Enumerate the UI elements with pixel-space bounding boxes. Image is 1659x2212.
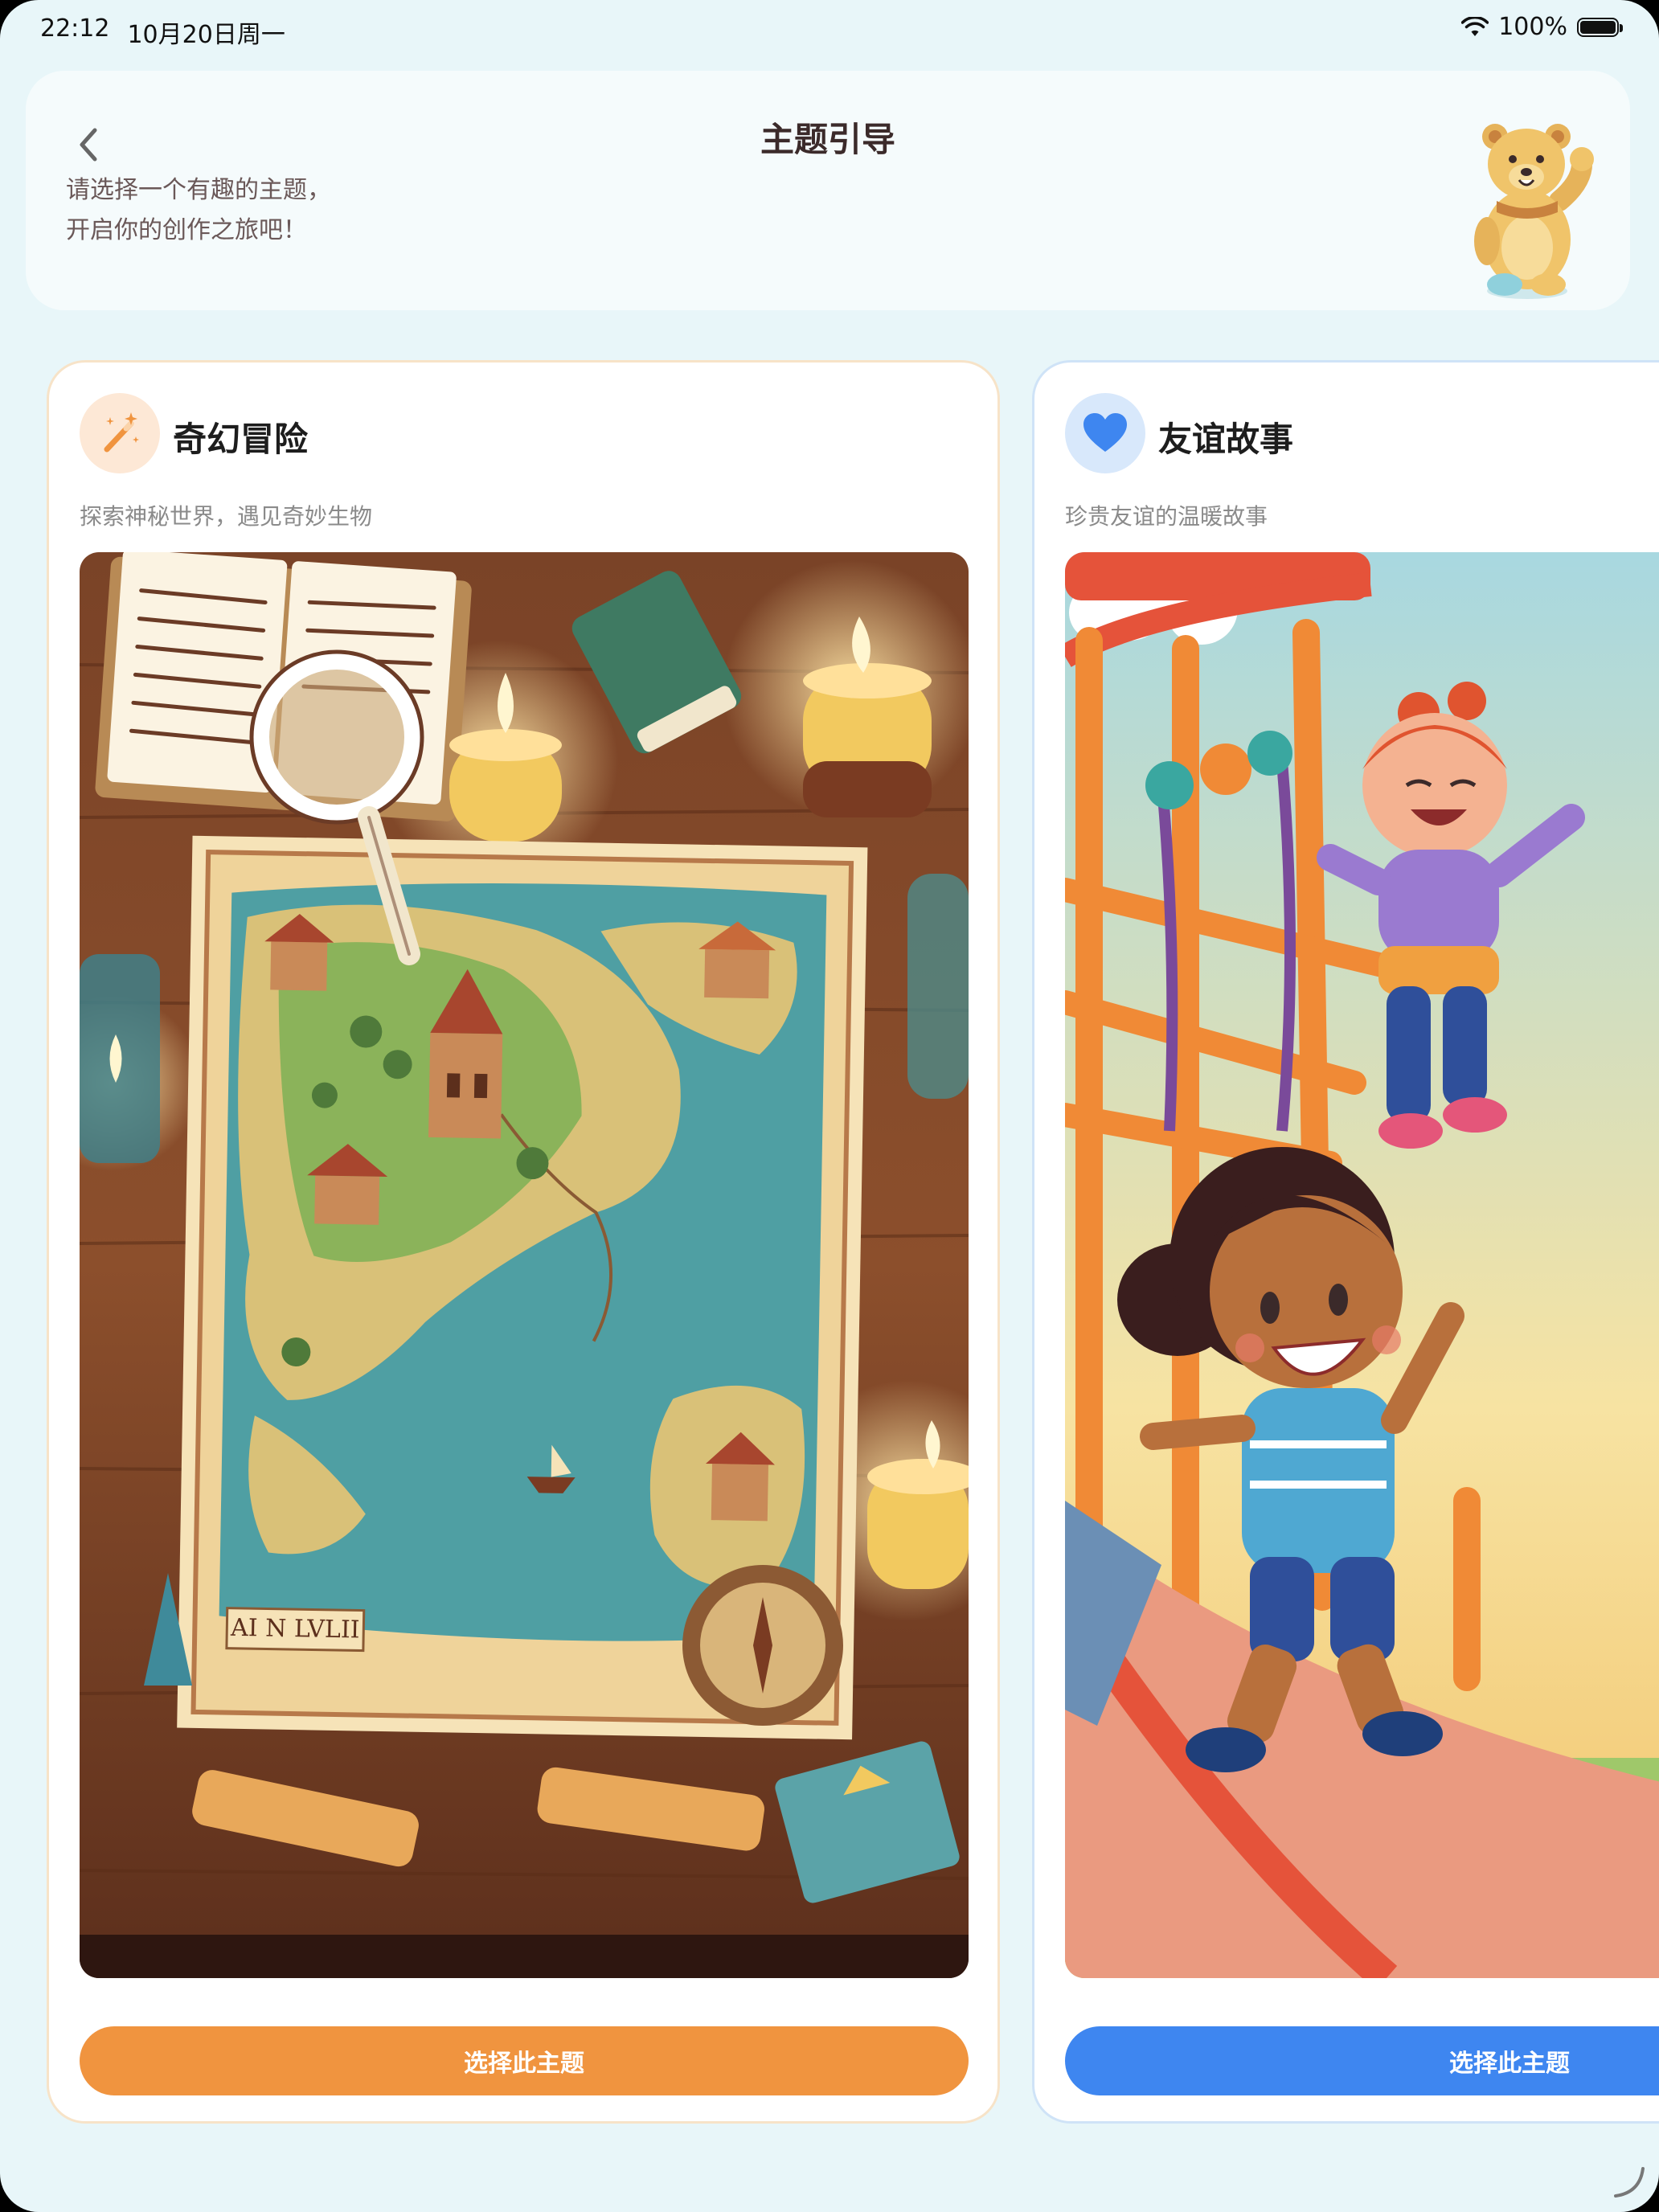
subtitle-line-1: 请选择一个有趣的主题， xyxy=(66,176,331,204)
battery-percent: 100% xyxy=(1498,13,1567,41)
select-theme-button[interactable]: 选择此主题 xyxy=(1065,2026,1659,2095)
fantasy-map-illustration: AI N LVLII xyxy=(80,552,969,1978)
map-banner-text: AI N LVLII xyxy=(230,1614,360,1645)
battery-icon xyxy=(1577,17,1623,37)
page-subtitle: 请选择一个有趣的主题， 开启你的创作之旅吧！ xyxy=(66,170,331,251)
magic-wand-icon xyxy=(104,412,139,453)
resize-corner-icon xyxy=(1614,2167,1645,2198)
theme-description: 珍贵友谊的温暖故事 xyxy=(1065,503,1268,530)
theme-carousel[interactable]: 奇幻冒险 探索神秘世界，遇见奇妙生物 AI N LVLII 选择此主题 友谊故事… xyxy=(0,360,1659,2128)
bear-mascot-image xyxy=(1474,124,1594,299)
status-date: 10月20日周一 xyxy=(127,21,285,49)
theme-icon-badge xyxy=(80,393,160,473)
select-theme-button[interactable]: 选择此主题 xyxy=(80,2026,969,2095)
page-title: 主题引导 xyxy=(760,120,895,159)
theme-description: 探索神秘世界，遇见奇妙生物 xyxy=(80,503,373,530)
wifi-icon xyxy=(1461,16,1489,36)
heart-icon xyxy=(1083,413,1127,452)
app-screen: 22:12 10月20日周一 100% 主题引导 请选择一个有趣的主题， 开启你… xyxy=(0,0,1659,2212)
status-bar: 22:12 10月20日周一 100% xyxy=(0,0,1659,58)
friendship-playground-illustration xyxy=(1065,552,1659,1978)
theme-title: 奇幻冒险 xyxy=(173,420,309,459)
status-time: 22:12 xyxy=(40,14,110,43)
theme-card-fantasy-adventure[interactable]: 奇幻冒险 探索神秘世界，遇见奇妙生物 AI N LVLII 选择此主题 xyxy=(47,360,1000,2124)
subtitle-line-2: 开启你的创作之旅吧！ xyxy=(66,216,307,244)
header-card: 主题引导 请选择一个有趣的主题， 开启你的创作之旅吧！ xyxy=(26,71,1630,310)
theme-icon-badge xyxy=(1065,393,1145,473)
theme-title: 友谊故事 xyxy=(1158,420,1294,459)
theme-card-friendship-story[interactable]: 友谊故事 珍贵友谊的温暖故事 选择此主题 xyxy=(1032,360,1659,2124)
